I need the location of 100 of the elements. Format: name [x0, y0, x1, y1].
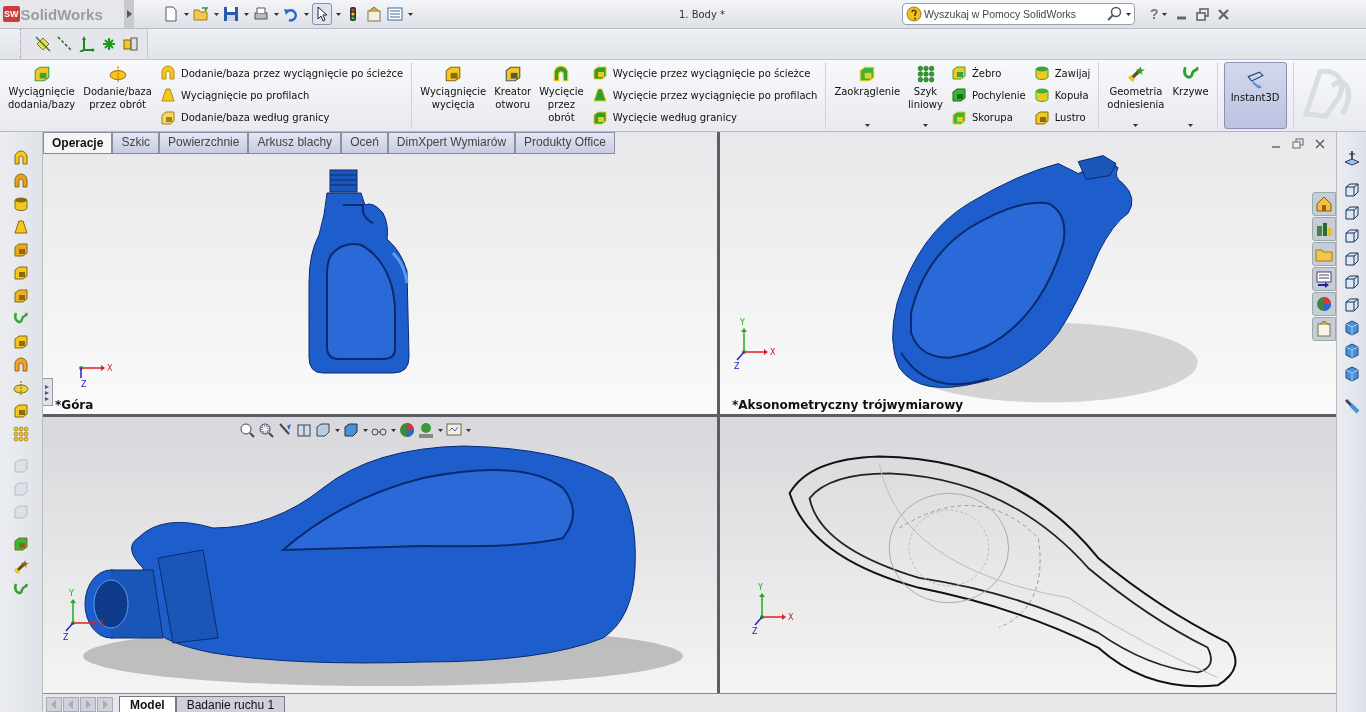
wireframe-cube-icon[interactable] [1343, 182, 1360, 198]
block-icon[interactable] [13, 536, 29, 552]
caret-icon[interactable] [273, 10, 279, 18]
ribbon-button[interactable]: Wycięcie przez obrót [537, 62, 586, 129]
caret-icon[interactable] [390, 426, 396, 434]
caret-icon[interactable] [437, 426, 443, 434]
disc-icon[interactable] [13, 380, 29, 396]
house-icon[interactable] [1312, 192, 1336, 216]
ribbon-button[interactable]: Wycięcie przez wyciągnięcie po profilach [591, 87, 818, 104]
cube-icon[interactable] [1343, 366, 1360, 382]
arch-icon[interactable] [13, 150, 29, 166]
block-icon[interactable] [13, 334, 29, 350]
ribbon-button[interactable]: Wycięcie według granicy [591, 109, 818, 126]
ribbon-button[interactable]: Wyciągnięcie wycięcia [418, 62, 489, 129]
axis-line-icon[interactable] [57, 36, 73, 52]
zoom-fit-icon[interactable] [239, 422, 255, 438]
arch-icon[interactable] [13, 173, 29, 189]
viewport[interactable]: X Y Z [720, 417, 1336, 693]
dot-grid-icon[interactable] [13, 426, 29, 442]
ribbon-button[interactable]: Pochylenie [950, 87, 1026, 104]
sheet-tab[interactable]: Badanie ruchu 1 [175, 696, 286, 712]
caret-icon[interactable] [465, 426, 471, 434]
ribbon-button[interactable]: Zawijaj [1033, 65, 1091, 82]
block-icon[interactable] [13, 288, 29, 304]
color-ball-icon[interactable] [399, 422, 415, 438]
ribbon-tab[interactable]: Produkty Office [515, 132, 615, 153]
caret-icon[interactable] [303, 10, 309, 18]
ribbon-button[interactable]: Geometria odniesienia [1105, 62, 1167, 129]
caret-icon[interactable] [243, 10, 249, 18]
viewport[interactable]: X Y Z *Aksonometryczny trójwymiarowy [720, 132, 1336, 414]
normal-to-icon[interactable] [1343, 150, 1360, 166]
wireframe-cube-icon[interactable] [1343, 228, 1360, 244]
pointer-icon[interactable] [312, 3, 332, 25]
shaded-cube-icon[interactable] [343, 422, 359, 438]
coordinate-axes-icon[interactable] [79, 36, 95, 52]
cylinder-icon[interactable] [13, 196, 29, 212]
wireframe-cube-icon[interactable] [1343, 274, 1360, 290]
wireframe-cube-icon[interactable] [1343, 251, 1360, 267]
search-icon[interactable] [1107, 6, 1123, 22]
properties-icon[interactable] [1312, 267, 1336, 291]
ribbon-tab[interactable]: Oceń [341, 132, 388, 153]
toggle-button[interactable]: Instant3D [1223, 62, 1287, 129]
caret-icon[interactable] [1132, 121, 1139, 129]
caret-icon[interactable] [362, 426, 368, 434]
mate-reference-icon[interactable] [123, 36, 139, 52]
ribbon-button[interactable]: Żebro [950, 65, 1026, 82]
ribbon-button[interactable]: Wyciągnięcie dodania/bazy [6, 62, 78, 129]
view-cube-icon[interactable] [315, 422, 331, 438]
caret-icon[interactable] [407, 10, 413, 18]
ribbon-tab[interactable]: Operacje [43, 132, 113, 153]
caret-icon[interactable] [1161, 10, 1168, 18]
ribbon-button[interactable]: Wycięcie przez wyciągnięcie po ścieżce [591, 65, 818, 82]
plane-icon[interactable] [35, 36, 51, 52]
sparkle-wand-icon[interactable] [13, 559, 29, 575]
search-bar[interactable]: Wyszukaj w Pomocy SolidWorks [902, 3, 1135, 25]
block-icon[interactable] [13, 265, 29, 281]
caret-icon[interactable] [922, 121, 929, 129]
expand-tab-icon[interactable] [43, 378, 53, 406]
caret-icon[interactable] [1187, 121, 1194, 129]
ribbon-button[interactable]: Szyk liniowy [906, 62, 945, 129]
section-view-icon[interactable] [296, 422, 312, 438]
ribbon-button[interactable]: Krzywe [1170, 62, 1211, 129]
ribbon-button[interactable]: Wyciągnięcie po profilach [160, 87, 404, 104]
ribbon-button[interactable]: Lustro [1033, 109, 1091, 126]
ribbon-tab[interactable]: Arkusz blachy [248, 132, 342, 153]
caret-icon[interactable] [335, 10, 341, 18]
close-icon[interactable] [1314, 138, 1326, 150]
wireframe-cube-icon[interactable] [1343, 205, 1360, 221]
display-icon[interactable] [446, 422, 462, 438]
save-icon[interactable] [222, 4, 240, 24]
ribbon-button[interactable]: Dodanie/baza według granicy [160, 109, 404, 126]
wireframe-cube-icon[interactable] [1343, 297, 1360, 313]
ribbon-tab[interactable]: DimXpert Wymiarów [387, 132, 516, 153]
ribbon-button[interactable]: Kopuła [1033, 87, 1091, 104]
ribbon-button[interactable]: Dodanie/baza przez obrót [81, 62, 154, 129]
restore-icon[interactable] [1292, 138, 1304, 150]
cube-icon[interactable] [1343, 343, 1360, 359]
sheet-tab[interactable]: Model [119, 696, 176, 712]
arch-icon[interactable] [13, 357, 29, 373]
viewport[interactable]: X Y Z [43, 417, 717, 693]
zoom-area-icon[interactable] [258, 422, 274, 438]
ribbon-tab[interactable]: Szkic [112, 132, 160, 153]
cone-icon[interactable] [13, 219, 29, 235]
caret-icon[interactable] [334, 426, 340, 434]
ribbon-button[interactable]: Dodanie/baza przez wyciągnięcie po ścieżce [160, 65, 404, 82]
help-button[interactable]: ? [1147, 6, 1162, 22]
restore-icon[interactable] [1194, 6, 1210, 22]
caret-icon[interactable] [1125, 10, 1131, 18]
clipboard-icon[interactable] [1312, 317, 1336, 341]
caret-icon[interactable] [864, 121, 871, 129]
block-icon[interactable] [13, 403, 29, 419]
ribbon-button[interactable]: Skorupa [950, 109, 1026, 126]
ribbon-button[interactable]: Zaokrąglenie [832, 62, 903, 129]
ribbon-button[interactable]: Kreator otworu [492, 62, 534, 129]
point-star-icon[interactable] [101, 36, 117, 52]
ribbon-tab[interactable]: Powierzchnie [159, 132, 249, 153]
push-pin-icon[interactable] [1343, 398, 1360, 414]
buildings-icon[interactable] [1312, 217, 1336, 241]
close-icon[interactable] [1215, 6, 1231, 22]
caret-icon[interactable] [213, 10, 219, 18]
